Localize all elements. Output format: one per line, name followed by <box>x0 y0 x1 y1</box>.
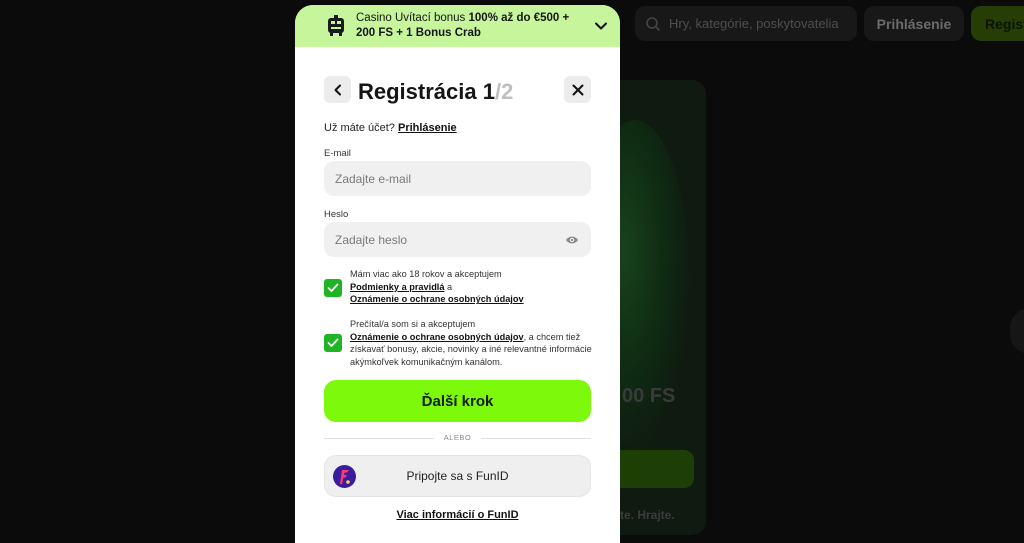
age-consent-checkbox[interactable] <box>324 279 342 297</box>
eye-icon[interactable] <box>565 234 579 246</box>
marketing-consent-label: Prečítal/a som si a akceptujem <box>350 319 476 329</box>
or-divider: ALEBO <box>324 433 591 443</box>
marketing-privacy-link[interactable]: Oznámenie o ochrane osobných údajov <box>350 332 524 342</box>
existing-account-row: Už máte účet? Prihlásenie <box>324 122 457 134</box>
existing-account-prompt: Už máte účet? <box>324 122 398 134</box>
terms-link[interactable]: Podmienky a pravidlá <box>350 282 444 292</box>
close-button[interactable] <box>564 76 591 103</box>
header-register-button: Regist <box>971 6 1024 41</box>
checkmark-icon <box>327 283 339 292</box>
age-consent-text: Mám viac ako 18 rokov a akceptujem Podmi… <box>350 268 524 306</box>
password-field[interactable] <box>324 222 591 257</box>
chevron-down-icon[interactable] <box>594 19 608 33</box>
bonus-prefix: Casino Uvítací bonus <box>356 12 469 24</box>
login-link[interactable]: Prihlásenie <box>398 122 457 134</box>
divider-line-right <box>481 438 591 439</box>
email-field[interactable] <box>324 161 591 196</box>
header-login-button: Prihlásenie <box>864 6 964 41</box>
privacy-link[interactable]: Oznámenie o ochrane osobných údajov <box>350 294 524 304</box>
funid-connect-label: Pripojte sa s FunID <box>406 469 509 483</box>
bonus-banner[interactable]: Casino Uvítací bonus 100% až do €500 + 2… <box>295 5 620 47</box>
back-button[interactable] <box>324 76 351 103</box>
registration-modal: Casino Uvítací bonus 100% až do €500 + 2… <box>295 5 620 543</box>
close-icon <box>572 84 583 95</box>
and-text: a <box>444 281 453 292</box>
funid-connect-button[interactable]: Pripojte sa s FunID <box>324 455 591 497</box>
search-placeholder: Hry, kategórie, poskytovatelia <box>669 16 839 31</box>
search-icon <box>646 16 661 31</box>
funid-more-info-link[interactable]: Viac informácií o FunID <box>295 509 620 521</box>
password-label: Heslo <box>324 209 349 220</box>
promo-card-fs: 00 FS <box>622 385 676 407</box>
age-consent-label: Mám viac ako 18 rokov a akceptujem <box>350 269 502 279</box>
marketing-consent-text: Prečítal/a som si a akceptujem Oznámenie… <box>350 318 594 368</box>
marketing-consent-row: Prečítal/a som si a akceptujem Oznámenie… <box>324 318 594 368</box>
marketing-consent-checkbox[interactable] <box>324 334 342 352</box>
title-text: Registrácia 1 <box>358 79 495 104</box>
checkmark-icon <box>327 338 339 347</box>
page-title: Registrácia 1/2 <box>358 79 513 105</box>
age-consent-row: Mám viac ako 18 rokov a akceptujem Podmi… <box>324 268 594 306</box>
robot-gift-icon <box>328 15 344 36</box>
modal-header: Registrácia 1/2 <box>295 47 620 117</box>
email-label: E-mail <box>324 148 351 159</box>
carousel-next-arrow <box>1010 308 1024 354</box>
search-bar: Hry, kategórie, poskytovatelia <box>635 6 857 41</box>
chevron-left-icon <box>334 84 341 95</box>
next-step-button[interactable]: Ďalší krok <box>324 380 591 422</box>
bonus-banner-text: Casino Uvítací bonus 100% až do €500 + 2… <box>356 11 576 41</box>
promo-card-footer: te. Hrajte. <box>620 508 675 522</box>
step-total: /2 <box>494 79 514 104</box>
